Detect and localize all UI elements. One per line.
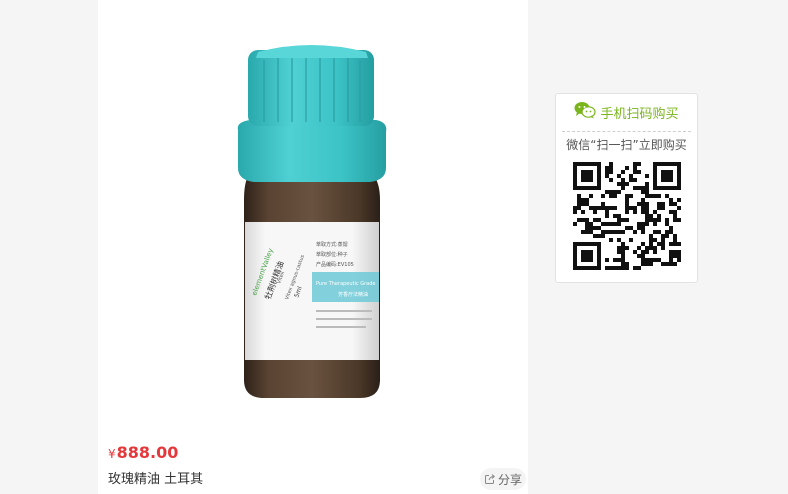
- currency-symbol: ¥: [108, 447, 116, 461]
- label-band-subtext: 芳香疗法精油: [338, 291, 368, 298]
- essential-oil-bottle-image: elementValley 牡荆树精油 Vitex Vitex agnus-ca…: [237, 45, 387, 398]
- qr-subtitle: 微信“扫一扫”立即购买: [566, 138, 687, 152]
- product-image[interactable]: elementValley 牡荆树精油 Vitex Vitex agnus-ca…: [98, 0, 528, 436]
- share-label: 分享: [497, 472, 522, 487]
- price-value: 888.00: [116, 443, 179, 462]
- qr-title: 手机扫码购买: [600, 106, 679, 122]
- product-title[interactable]: 玫瑰精油 土耳其: [108, 468, 203, 487]
- share-icon: [484, 473, 496, 485]
- product-card: elementValley 牡荆树精油 Vitex Vitex agnus-ca…: [98, 0, 528, 494]
- product-price: ¥888.00: [108, 443, 178, 462]
- qr-header: 手机扫码购买: [556, 94, 697, 130]
- qr-divider: [562, 131, 691, 132]
- wechat-icon: [574, 101, 597, 123]
- label-info-line: 萃取方式:蒸馏: [316, 241, 348, 248]
- share-button[interactable]: 分享: [480, 468, 526, 490]
- qr-code[interactable]: [573, 162, 681, 270]
- label-band-text: Pure Therapeutic Grade: [316, 281, 375, 287]
- label-info-line: 萃取部位:种子: [316, 251, 348, 258]
- qr-code-image: [573, 162, 681, 270]
- label-info-line: 产品编码:EV105: [316, 261, 354, 268]
- qr-purchase-panel: 手机扫码购买 微信“扫一扫”立即购买: [555, 93, 698, 283]
